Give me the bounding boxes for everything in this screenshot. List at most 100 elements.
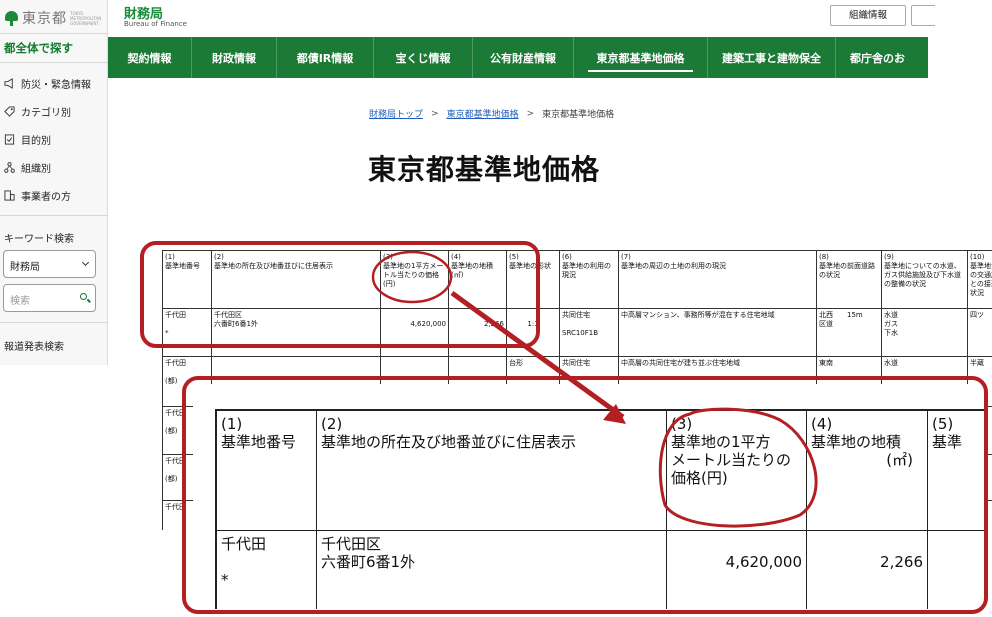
land-number-mark: * (221, 571, 229, 589)
road-value: 東南 (819, 359, 833, 367)
area-value: 2,266 (880, 553, 923, 571)
sidebar-item-category[interactable]: カテゴリ別 (4, 103, 71, 119)
header-label: 基準地の利用の現況 (562, 262, 611, 279)
search-placeholder: 検索 (10, 296, 30, 307)
breadcrumb-current: 東京都基準地価格 (542, 110, 615, 120)
header-cell: (10)基準地からの交通施設との接近の状況 (968, 251, 992, 309)
shape-value: 台形 (509, 359, 523, 367)
nav-government-building[interactable]: 都庁舎のお (836, 37, 928, 78)
nav-construction[interactable]: 建築工事と建物保全 (708, 37, 836, 78)
nav-finance[interactable]: 財政情報 (192, 37, 277, 78)
road-value: 北西 15m (819, 311, 863, 319)
tag-icon (4, 105, 15, 117)
surroundings-value: 中高層マンション、事務所等が混在する住宅地域 (621, 311, 775, 319)
price-value: 4,620,000 (410, 320, 446, 328)
header-cell: (5) 基準地の形状 (507, 251, 560, 309)
address-line: 千代田区 (321, 535, 382, 553)
header-label: 基準地の地積 (811, 433, 902, 451)
sidebar-item-label: カテゴリ別 (21, 107, 71, 119)
header-label: 基準地からの交通施設との接近の状況 (970, 262, 992, 297)
zoom-header-cell: (2) 基準地の所在及び地番並びに住居表示 (317, 411, 667, 531)
sidebar-item-organization[interactable]: 組織別 (4, 159, 51, 175)
global-nav: 契約情報 財政情報 都債IR情報 宝くじ情報 公有財産情報 東京都基準地価格 建… (108, 37, 928, 78)
divider (0, 215, 108, 216)
header-label: 基準地の1平方メートル当たりの価格(円) (383, 262, 444, 288)
station-value: 半蔵 (970, 359, 984, 367)
header-number: (8) (819, 253, 829, 261)
tokyo-logo[interactable]: 東京都 TOKYO METROPOLITAN GOVERNMENT (4, 8, 102, 28)
ginkgo-logo-icon (4, 10, 19, 26)
header-number: (6) (562, 253, 572, 261)
table-cell: 1:1 (507, 309, 560, 357)
chevron-down-icon (81, 258, 90, 267)
land-number[interactable]: 千代田 (221, 535, 266, 553)
search-all-heading: 都全体で探す (4, 41, 73, 55)
header-number: (10) (970, 253, 985, 261)
header-cell: (3) 基準地の1平方メートル当たりの価格(円) (381, 251, 449, 309)
surroundings-value: 中高層の共同住宅が建ち並ぶ住宅地域 (621, 359, 740, 367)
zoom-table-cell: 千代田 * (217, 531, 317, 609)
table-cell: 北西 15m 区道 (817, 309, 882, 357)
header-number: (9) (884, 253, 894, 261)
header-label: 基準地の形状 (509, 262, 551, 270)
land-number[interactable]: 千代田 (165, 359, 186, 367)
sidebar-item-label: 目的別 (21, 135, 51, 147)
breadcrumb-separator: > (526, 108, 535, 119)
sidebar-item-label: 事業者の方 (21, 191, 71, 203)
zoomed-table-inset: (1) 基準地番号 (2) 基準地の所在及び地番並びに住居表示 (3) 基準地の1平方… (193, 384, 984, 612)
zoom-header-cell: (4) 基準地の地積 (㎡) (807, 411, 928, 531)
logo-subtext: TOKYO METROPOLITAN GOVERNMENT (70, 10, 102, 26)
header-label: 基準地の1平方 (671, 433, 771, 451)
land-number[interactable]: 千代田 (165, 409, 186, 417)
organization-info-button[interactable]: 組織情報 (830, 5, 906, 26)
nav-land-price[interactable]: 東京都基準地価格 (574, 37, 708, 78)
header-number: (2) (214, 253, 224, 261)
nav-contract[interactable]: 契約情報 (108, 37, 192, 78)
zoom-header-cell: (3) 基準地の1平方 メートル当たりの 価格(円) (667, 411, 807, 531)
header-cell: (6) 基準地の利用の現況 (560, 251, 619, 309)
building-icon (4, 189, 15, 201)
search-icon[interactable] (80, 293, 87, 300)
table-cell: 2,266 (449, 309, 507, 357)
header-secondary-button[interactable] (911, 5, 935, 26)
bureau-select[interactable]: 財務局 (3, 250, 96, 278)
header-number: (7) (621, 253, 631, 261)
header-unit: (㎡) (886, 451, 913, 469)
zoom-header-cell: (5) 基準 (928, 411, 984, 531)
breadcrumb-separator: > (431, 108, 439, 119)
sidebar-item-emergency[interactable]: 防災・緊急情報 (4, 75, 91, 91)
screen: 東京都 TOKYO METROPOLITAN GOVERNMENT 都全体で探す… (0, 0, 992, 617)
header-number: (5) (932, 415, 954, 433)
breadcrumb-home-link[interactable]: 財務局トップ (369, 107, 423, 120)
zoom-table-cell: 2,266 (807, 531, 928, 609)
road-type: 区道 (819, 320, 833, 328)
search-input[interactable]: 検索 (3, 284, 96, 312)
checklist-icon (4, 133, 15, 145)
land-number[interactable]: 千代田 (165, 503, 186, 511)
nav-public-property[interactable]: 公有財産情報 (473, 37, 574, 78)
table-cell: 千代田 * (163, 309, 212, 357)
header-label: 基準地の地積(㎡) (451, 262, 493, 279)
header-label: メートル当たりの (671, 451, 792, 469)
structure-value: SRC10F1B (562, 329, 599, 337)
station-value: 四ツ (970, 311, 984, 319)
nav-bond-ir[interactable]: 都債IR情報 (277, 37, 374, 78)
breadcrumb-parent-link[interactable]: 東京都基準地価格 (447, 107, 519, 120)
header-label: 基準地の所在及び地番並びに住居表示 (321, 433, 577, 451)
land-number[interactable]: 千代田 (165, 457, 186, 465)
header-cell: (4) 基準地の地積(㎡) (449, 251, 507, 309)
nav-lottery[interactable]: 宝くじ情報 (374, 37, 473, 78)
table-cell: 水道 ガス 下水 (882, 309, 968, 357)
address-line: 千代田区 (214, 311, 242, 319)
sidebar-item-purpose[interactable]: 目的別 (4, 131, 51, 147)
header-label: 基準地の所在及び地番並びに住居表示 (214, 262, 333, 270)
land-number-sub: (都) (165, 377, 178, 385)
header-cell: (2) 基準地の所在及び地番並びに住居表示 (212, 251, 381, 309)
sidebar-item-business[interactable]: 事業者の方 (4, 187, 71, 203)
press-release-search-link[interactable]: 報道発表検索 (4, 338, 64, 353)
divider (0, 33, 108, 34)
land-number[interactable]: 千代田 (165, 311, 186, 319)
divider (0, 322, 108, 323)
page-title: 東京都基準地価格 (368, 153, 601, 186)
megaphone-icon (4, 77, 13, 89)
